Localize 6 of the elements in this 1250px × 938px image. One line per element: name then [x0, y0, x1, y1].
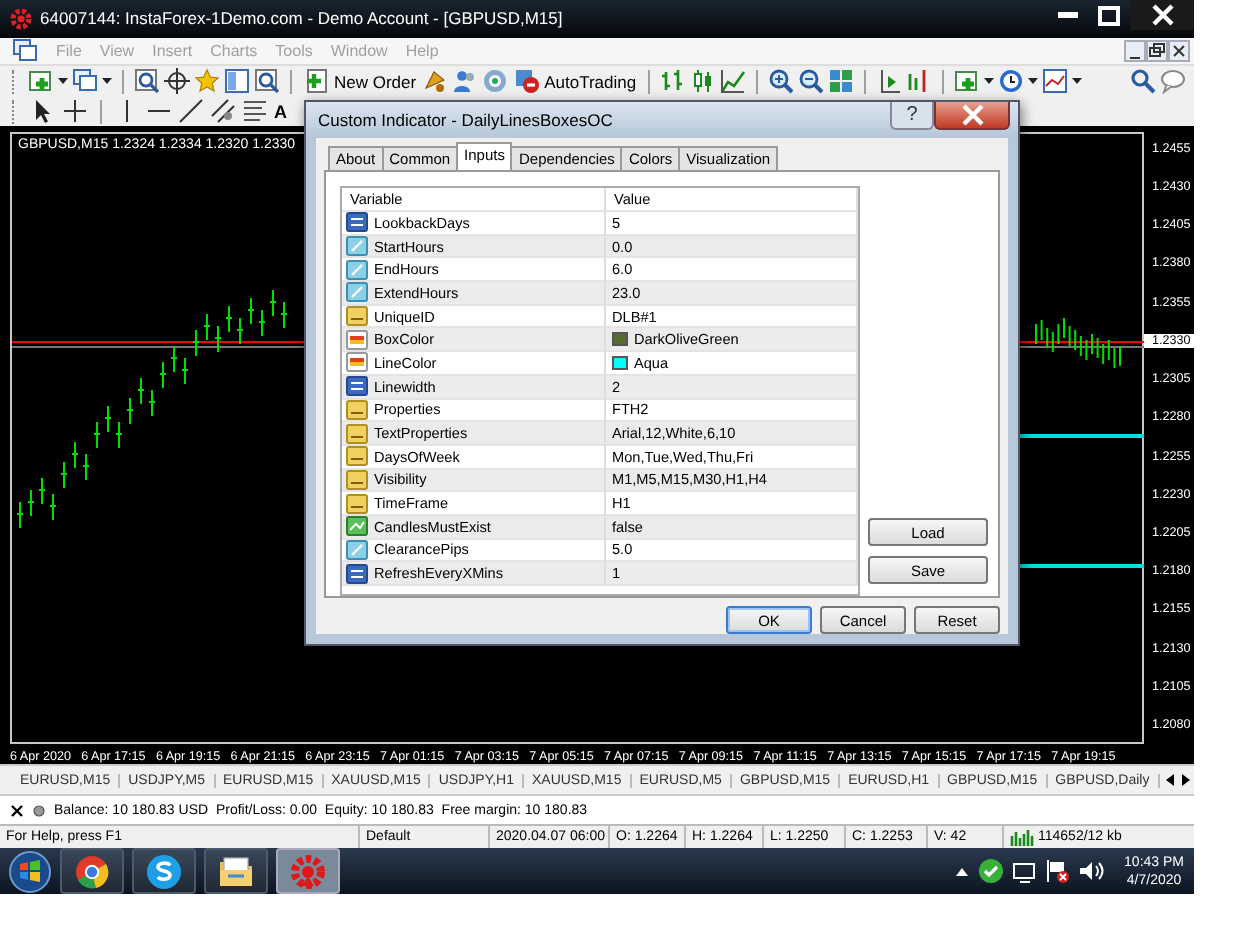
text-tool[interactable]: A	[274, 101, 287, 122]
help-button[interactable]: ?	[890, 102, 934, 130]
dialog-title: Custom Indicator - DailyLinesBoxesOC	[318, 110, 613, 130]
auto-trading-button[interactable]: AutoTrading	[512, 68, 639, 95]
window-title: 64007144: InstaForex-1Demo.com - Demo Account - [GBPUSD,M15]	[40, 8, 563, 29]
new-order-button[interactable]: New Order	[302, 68, 419, 95]
